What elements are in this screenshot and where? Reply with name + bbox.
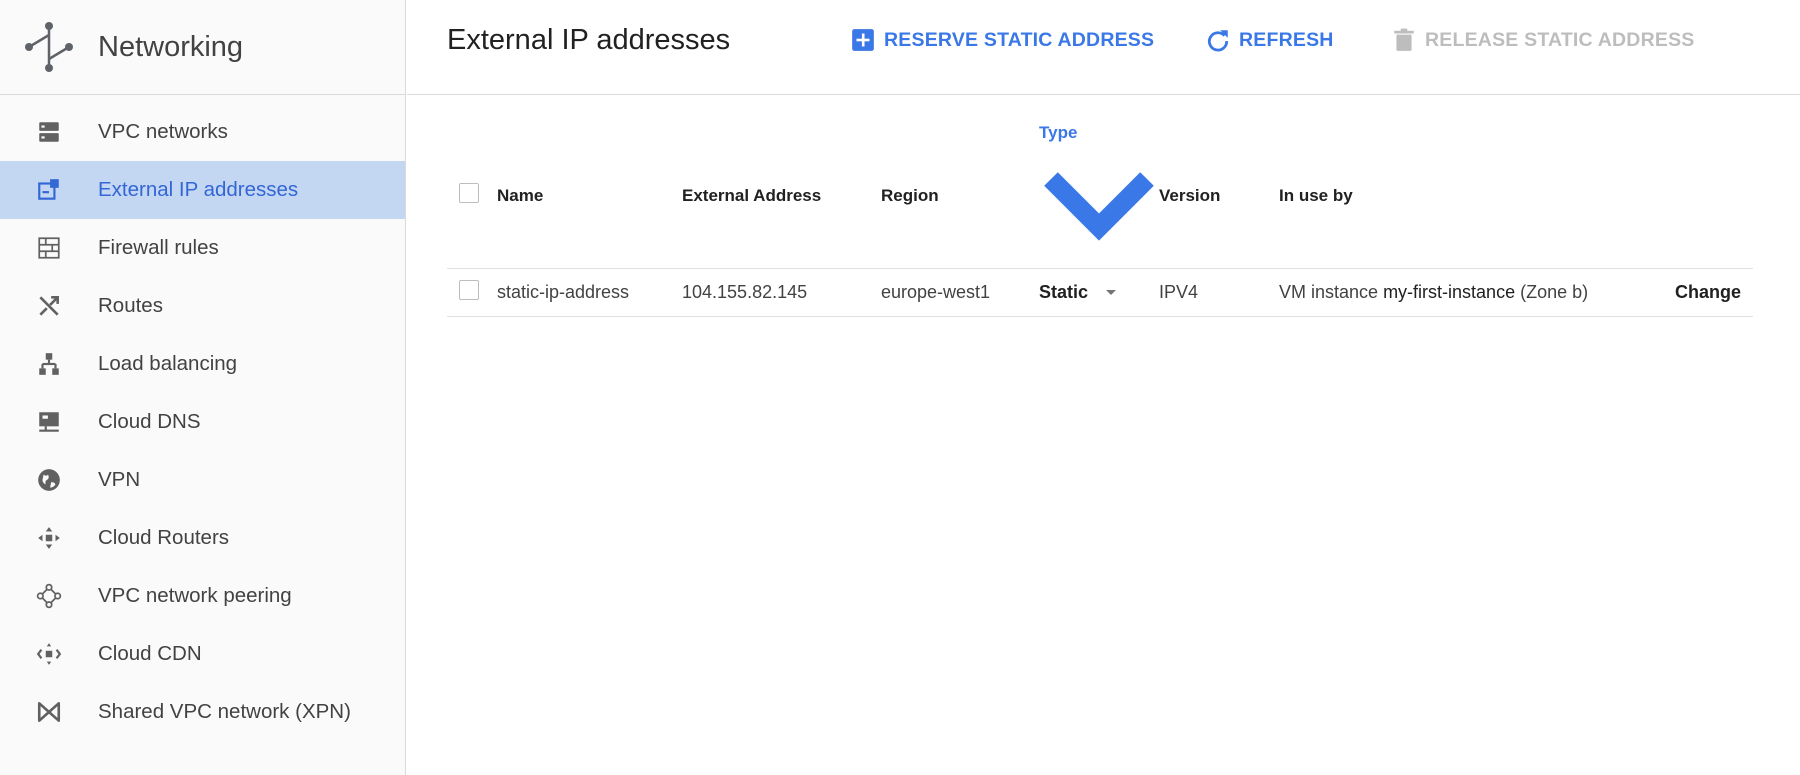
column-header-region[interactable]: Region (881, 123, 1039, 269)
type-sort-label: Type (1039, 123, 1078, 142)
release-label: RELEASE STATIC ADDRESS (1425, 28, 1695, 51)
sidebar-item-load-balancing[interactable]: Load balancing (0, 335, 405, 393)
sidebar-item-label: VPN (98, 468, 141, 491)
cloud-cdn-icon (0, 625, 98, 683)
column-header-address[interactable]: External Address (682, 123, 881, 269)
type-select-value: Static (1039, 282, 1089, 302)
sidebar-item-label: Cloud CDN (98, 642, 202, 665)
column-header-in-use-by[interactable]: In use by (1279, 123, 1658, 269)
sidebar-item-label: VPC network peering (98, 584, 292, 607)
in-use-instance: my-first-instance (1383, 282, 1516, 302)
sidebar-item-external-ip[interactable]: External IP addresses (0, 161, 405, 219)
sidebar-item-shared-vpc[interactable]: Shared VPC network (XPN) (0, 683, 405, 741)
firewall-icon (0, 219, 98, 277)
table-row: static-ip-address 104.155.82.145 europe-… (447, 268, 1753, 317)
sidebar-item-label: Shared VPC network (XPN) (98, 700, 351, 723)
add-box-icon (852, 29, 874, 51)
cell-version: IPV4 (1159, 268, 1279, 317)
cloud-dns-icon (0, 393, 98, 451)
table-header-row: Name External Address Region Type Versio… (447, 123, 1753, 269)
sidebar-item-cloud-cdn[interactable]: Cloud CDN (0, 625, 405, 683)
row-checkbox[interactable] (459, 280, 479, 300)
shared-vpc-icon (0, 683, 98, 741)
external-ip-icon (0, 161, 98, 219)
column-header-name[interactable]: Name (497, 123, 682, 269)
release-static-address-button[interactable]: RELEASE STATIC ADDRESS (1391, 27, 1694, 53)
sidebar-item-vpc-peering[interactable]: VPC network peering (0, 567, 405, 625)
toolbar: External IP addresses RESERVE STATIC ADD… (407, 0, 1800, 95)
cell-in-use-by: VM instance my-first-instance (Zone b) (1279, 268, 1658, 317)
sidebar-item-firewall[interactable]: Firewall rules (0, 219, 405, 277)
reserve-static-address-button[interactable]: RESERVE STATIC ADDRESS (850, 27, 1154, 53)
sidebar-item-label: VPC networks (98, 120, 228, 143)
sidebar-item-vpc-networks[interactable]: VPC networks (0, 103, 405, 161)
change-button[interactable]: Change (1657, 268, 1753, 317)
cell-address: 104.155.82.145 (682, 268, 881, 317)
refresh-label: REFRESH (1239, 28, 1334, 51)
sidebar-item-vpn[interactable]: VPN (0, 451, 405, 509)
load-balancing-icon (0, 335, 98, 393)
in-use-prefix: VM instance (1279, 282, 1379, 302)
delete-icon (1394, 28, 1414, 51)
refresh-button[interactable]: REFRESH (1205, 27, 1334, 53)
product-title: Networking (98, 30, 244, 63)
vpc-networks-icon (0, 103, 98, 161)
main-content: External IP addresses RESERVE STATIC ADD… (407, 0, 1800, 775)
cell-name: static-ip-address (497, 268, 682, 317)
reserve-label: RESERVE STATIC ADDRESS (884, 28, 1155, 51)
dropdown-caret-icon (1106, 290, 1117, 295)
sidebar-item-label: Routes (98, 294, 163, 317)
peering-icon (0, 567, 98, 625)
sidebar-item-label: Load balancing (98, 352, 238, 375)
sidebar-item-label: Firewall rules (98, 236, 219, 259)
page-title: External IP addresses (447, 24, 731, 56)
column-header-version[interactable]: Version (1159, 123, 1279, 269)
networking-logo-icon[interactable] (0, 0, 98, 95)
type-select[interactable]: Static (1039, 282, 1117, 303)
sidebar-item-label: Cloud DNS (98, 410, 201, 433)
select-all-checkbox[interactable] (459, 183, 479, 203)
ip-addresses-table: Name External Address Region Type Versio… (447, 123, 1753, 317)
sidebar-nav: VPC networks External IP addresses Firew… (0, 95, 405, 741)
cell-region: europe-west1 (881, 268, 1039, 317)
vpn-icon (0, 451, 98, 509)
chevron-down-icon (1044, 172, 1154, 241)
sidebar-item-routes[interactable]: Routes (0, 277, 405, 335)
column-header-type[interactable]: Type (1039, 123, 1159, 269)
routes-icon (0, 277, 98, 335)
in-use-suffix: (Zone b) (1520, 282, 1589, 302)
sidebar-item-label: External IP addresses (98, 178, 299, 201)
sidebar-item-label: Cloud Routers (98, 526, 230, 549)
sidebar-item-cloud-routers[interactable]: Cloud Routers (0, 509, 405, 567)
sidebar: Networking VPC networks External IP addr… (0, 0, 406, 775)
cloud-routers-icon (0, 509, 98, 567)
sidebar-item-cloud-dns[interactable]: Cloud DNS (0, 393, 405, 451)
sidebar-header: Networking (0, 0, 405, 95)
refresh-icon (1207, 30, 1229, 52)
